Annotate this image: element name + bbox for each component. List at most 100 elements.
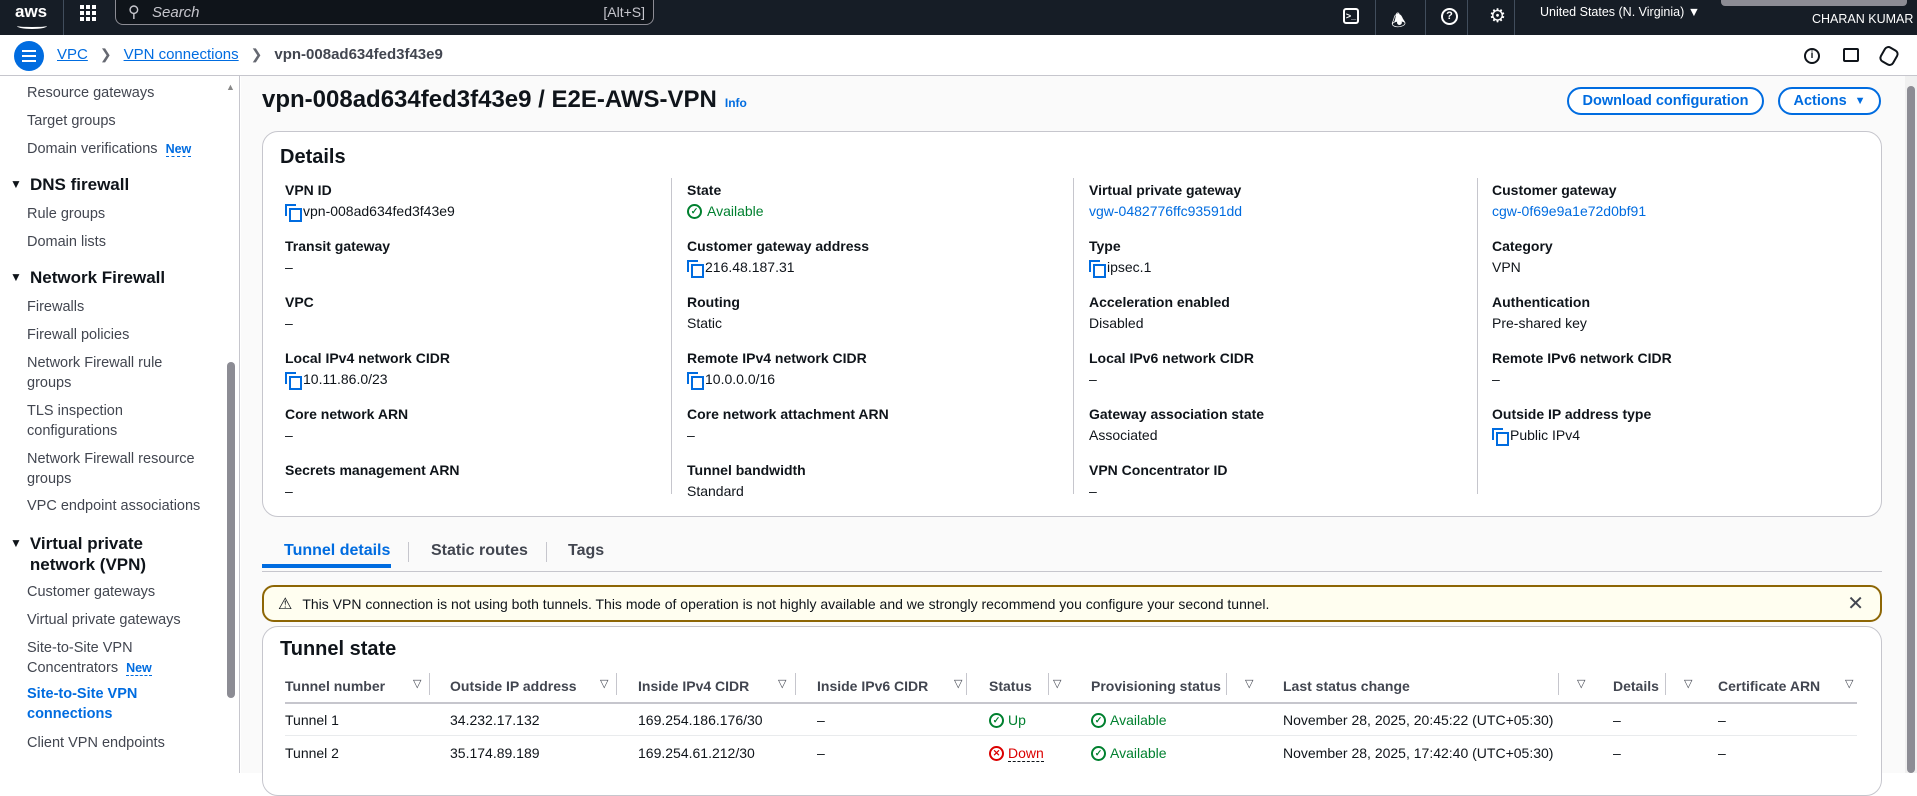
column-header[interactable]: Last status change bbox=[1283, 678, 1410, 694]
cell-text: 35.174.89.189 bbox=[450, 745, 540, 761]
sidebar-section-network-firewall[interactable]: ▼ Network Firewall bbox=[10, 267, 165, 288]
column-header[interactable]: Tunnel number bbox=[285, 678, 385, 694]
page-scrollbar-thumb[interactable] bbox=[1907, 86, 1915, 773]
field-label: Secrets management ARN bbox=[285, 462, 460, 478]
sidebar-item-domain-lists[interactable]: Domain lists bbox=[27, 232, 212, 252]
column-header[interactable]: Certificate ARN bbox=[1718, 678, 1820, 694]
cell-text: Tunnel 1 bbox=[285, 712, 339, 728]
tab-tunnel-details[interactable]: Tunnel details bbox=[262, 532, 391, 568]
column-header[interactable]: Details bbox=[1613, 678, 1659, 694]
field-value: – bbox=[1089, 483, 1469, 499]
page-scrollbar-track[interactable] bbox=[1905, 76, 1917, 773]
aws-logo[interactable]: aws bbox=[15, 2, 47, 22]
feedback-screen-icon[interactable] bbox=[1843, 48, 1859, 62]
copy-icon[interactable] bbox=[285, 204, 302, 222]
copy-icon[interactable] bbox=[687, 372, 704, 390]
search-input[interactable]: ⚲ Search [Alt+S] bbox=[115, 0, 654, 25]
field-value: Disabled bbox=[1089, 315, 1469, 331]
field-label: Customer gateway address bbox=[687, 238, 870, 254]
tab-tags[interactable]: Tags bbox=[568, 542, 604, 560]
help-icon[interactable]: ? bbox=[1441, 8, 1458, 25]
sidebar-item-vpn-concentrators[interactable]: Site-to-Site VPN Concentrators New bbox=[27, 638, 167, 678]
scroll-up-icon[interactable]: ▲ bbox=[226, 82, 235, 92]
sidebar-section-dns-firewall[interactable]: ▼ DNS firewall bbox=[10, 174, 129, 195]
column-header[interactable]: Outside IP address bbox=[450, 678, 577, 694]
sidebar-item-label: Domain verifications bbox=[27, 141, 158, 157]
caret-down-icon: ▼ bbox=[10, 536, 22, 550]
sidebar-item-resource-gateways[interactable]: Resource gateways bbox=[27, 83, 212, 103]
field-value: 216.48.187.31 bbox=[687, 259, 1067, 278]
copy-icon[interactable] bbox=[1492, 428, 1509, 446]
sort-filter-icon[interactable]: ▽ bbox=[954, 677, 962, 690]
cell-text: 169.254.186.176/30 bbox=[638, 712, 763, 728]
breadcrumb-vpn-connections[interactable]: VPN connections bbox=[124, 46, 239, 63]
security-hexagon-icon[interactable] bbox=[1877, 44, 1901, 68]
field-label: Type bbox=[1089, 238, 1121, 254]
menu-toggle-button[interactable] bbox=[14, 41, 44, 71]
sidebar-item-network-firewall-rule-groups[interactable]: Network Firewall rule groups bbox=[27, 353, 187, 393]
info-panel-icon[interactable]: i bbox=[1804, 48, 1820, 64]
actions-button[interactable]: Actions ▼ bbox=[1778, 87, 1881, 115]
sidebar-item-rule-groups[interactable]: Rule groups bbox=[27, 204, 212, 224]
cell-text[interactable]: Down bbox=[1008, 745, 1044, 762]
detail-field: Tunnel bandwidth Standard bbox=[687, 462, 1067, 499]
user-menu[interactable]: CHARAN KUMAR bbox=[1812, 12, 1913, 26]
column-header[interactable]: Inside IPv6 CIDR bbox=[817, 678, 928, 694]
field-value: – bbox=[1492, 371, 1872, 387]
sidebar-item-vpc-endpoint-associations[interactable]: VPC endpoint associations bbox=[27, 496, 227, 516]
table-cell: – bbox=[1613, 712, 1621, 728]
copy-icon[interactable] bbox=[1089, 260, 1106, 278]
field-value-text: – bbox=[285, 483, 293, 499]
sidebar-scrollbar[interactable] bbox=[227, 362, 235, 698]
field-label: VPC bbox=[285, 294, 314, 310]
sidebar-item-target-groups[interactable]: Target groups bbox=[27, 111, 212, 131]
field-link[interactable]: cgw-0f69e9a1e72d0bf91 bbox=[1492, 203, 1646, 219]
sort-filter-icon[interactable]: ▽ bbox=[1577, 677, 1585, 690]
field-link[interactable]: vgw-0482776ffc93591dd bbox=[1089, 203, 1242, 219]
column-header[interactable]: Inside IPv4 CIDR bbox=[638, 678, 749, 694]
field-label: Authentication bbox=[1492, 294, 1590, 310]
info-link[interactable]: Info bbox=[725, 96, 747, 110]
field-label: Core network ARN bbox=[285, 406, 409, 422]
sort-filter-icon[interactable]: ▽ bbox=[1684, 677, 1692, 690]
field-value: vpn-008ad634fed3f43e9 bbox=[285, 203, 665, 222]
detail-field: Category VPN bbox=[1492, 238, 1872, 275]
close-icon[interactable]: ✕ bbox=[1847, 591, 1864, 616]
field-label: Customer gateway bbox=[1492, 182, 1617, 198]
column-header[interactable]: Provisioning status bbox=[1091, 678, 1221, 694]
download-configuration-button[interactable]: Download configuration bbox=[1567, 87, 1764, 115]
sort-filter-icon[interactable]: ▽ bbox=[413, 677, 421, 690]
field-value: Associated bbox=[1089, 427, 1469, 443]
field-value-text: – bbox=[687, 427, 695, 443]
field-label: Acceleration enabled bbox=[1089, 294, 1230, 310]
table-cell: November 28, 2025, 17:42:40 (UTC+05:30) bbox=[1283, 745, 1553, 761]
field-value-text: – bbox=[285, 427, 293, 443]
sort-filter-icon[interactable]: ▽ bbox=[1845, 677, 1853, 690]
column-header[interactable]: Status bbox=[989, 678, 1032, 694]
services-grid-icon[interactable] bbox=[80, 5, 96, 21]
cloudshell-icon[interactable]: >_ bbox=[1343, 8, 1359, 24]
breadcrumb-vpc[interactable]: VPC bbox=[57, 46, 88, 63]
sidebar-item-client-vpn-endpoints[interactable]: Client VPN endpoints bbox=[27, 733, 212, 753]
sidebar-item-firewall-policies[interactable]: Firewall policies bbox=[27, 325, 212, 345]
region-selector[interactable]: United States (N. Virginia) ▼ bbox=[1540, 5, 1700, 19]
alert-text: This VPN connection is not using both tu… bbox=[302, 595, 1270, 612]
field-value-text: Available bbox=[707, 203, 764, 219]
sort-filter-icon[interactable]: ▽ bbox=[600, 677, 608, 690]
sidebar-item-vpn-connections-active[interactable]: Site-to-Site VPN connections bbox=[27, 684, 157, 724]
gear-icon[interactable]: ⚙ bbox=[1489, 5, 1506, 28]
sidebar-section-vpn[interactable]: ▼ Virtual private network (VPN) bbox=[10, 533, 180, 575]
sidebar-item-domain-verifications[interactable]: Domain verifications New bbox=[27, 139, 212, 159]
sidebar-item-virtual-private-gateways[interactable]: Virtual private gateways bbox=[27, 610, 212, 630]
sidebar-item-network-firewall-resource-groups[interactable]: Network Firewall resource groups bbox=[27, 449, 222, 489]
tab-static-routes[interactable]: Static routes bbox=[431, 542, 528, 560]
sidebar-item-customer-gateways[interactable]: Customer gateways bbox=[27, 582, 212, 602]
bell-icon[interactable]: 🕭 bbox=[1391, 8, 1406, 37]
sidebar-item-firewalls[interactable]: Firewalls bbox=[27, 297, 212, 317]
sidebar-item-tls-inspection[interactable]: TLS inspection configurations bbox=[27, 401, 157, 441]
sort-filter-icon[interactable]: ▽ bbox=[778, 677, 786, 690]
sort-filter-icon[interactable]: ▽ bbox=[1245, 677, 1253, 690]
copy-icon[interactable] bbox=[687, 260, 704, 278]
copy-icon[interactable] bbox=[285, 372, 302, 390]
sort-filter-icon[interactable]: ▽ bbox=[1053, 677, 1061, 690]
